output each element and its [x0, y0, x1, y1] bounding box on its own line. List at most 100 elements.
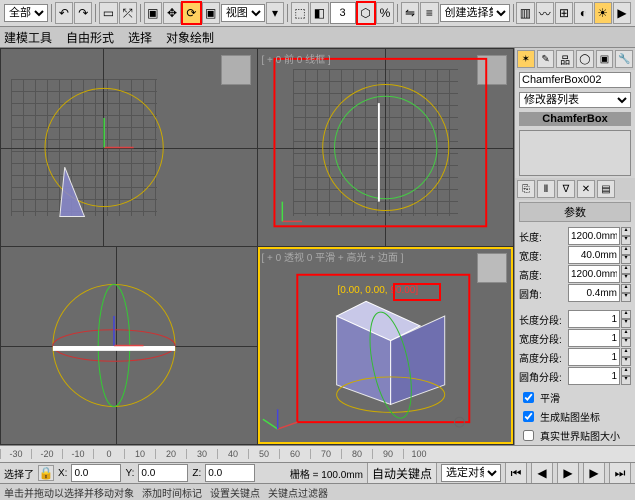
- utilities-tab-icon[interactable]: 🔧: [615, 50, 633, 68]
- rotate-icon[interactable]: ⟳: [182, 2, 200, 24]
- viewport-grid: [ + 0 前 0 线框 ]: [0, 48, 514, 445]
- material-icon[interactable]: ◐: [574, 2, 592, 24]
- tab-selection[interactable]: 选择: [128, 29, 152, 46]
- ruler-tick: 20: [155, 449, 186, 459]
- ruler-tick: 40: [217, 449, 248, 459]
- spinner-up-icon[interactable]: ▴: [621, 227, 631, 236]
- render-icon[interactable]: ▶: [613, 2, 631, 24]
- object-name-input[interactable]: [519, 72, 631, 88]
- hierarchy-tab-icon[interactable]: 品: [556, 50, 574, 68]
- setkey-label[interactable]: 设置关键点: [210, 485, 260, 500]
- prev-frame-icon[interactable]: ◀: [531, 462, 553, 483]
- goto-end-icon[interactable]: ⏭: [609, 462, 631, 483]
- percent-snap-icon[interactable]: %: [376, 2, 394, 24]
- fseg-input[interactable]: [568, 367, 620, 385]
- spinner-down-icon[interactable]: ▾: [621, 236, 631, 245]
- modifier-list-dropdown[interactable]: 修改器列表: [519, 92, 631, 108]
- width-input[interactable]: [568, 246, 620, 264]
- ruler-tick: 0: [93, 449, 124, 459]
- align-icon[interactable]: ≡: [420, 2, 438, 24]
- length-label: 长度:: [519, 229, 542, 244]
- viewport-left[interactable]: [1, 247, 257, 444]
- autokey-button[interactable]: 自动关键点: [367, 462, 437, 483]
- ref-coord-dropdown[interactable]: 视图: [221, 4, 265, 22]
- select-icon[interactable]: ▭: [99, 2, 117, 24]
- ruler-tick: 10: [124, 449, 155, 459]
- stack-item[interactable]: ChamferBox: [519, 112, 631, 126]
- create-tab-icon[interactable]: ✶: [517, 50, 535, 68]
- key-target-dropdown[interactable]: 选定对象: [441, 464, 501, 482]
- hseg-label: 高度分段:: [519, 350, 562, 365]
- keyfilter-label[interactable]: 关键点过滤器: [268, 485, 328, 500]
- time-ruler[interactable]: -30-20-100102030405060708090100: [0, 445, 635, 462]
- lock-icon[interactable]: 🔒: [38, 465, 54, 481]
- tab-freeform[interactable]: 自由形式: [66, 29, 114, 46]
- config-icon[interactable]: ▤: [597, 180, 615, 198]
- play-icon[interactable]: ▶: [557, 462, 579, 483]
- hseg-input[interactable]: [568, 348, 620, 366]
- z-input[interactable]: [205, 464, 255, 482]
- selection-set-dropdown[interactable]: 创建选择集: [440, 4, 510, 22]
- ruler-tick: 70: [310, 449, 341, 459]
- tab-modeling[interactable]: 建模工具: [4, 29, 52, 46]
- status-bar: 选择了 🔒 X: Y: Z: 栅格 = 100.0mm 自动关键点 选定对象 ⏮…: [0, 462, 635, 483]
- viewport-label: [ + 0 透视 0 平滑 + 高光 + 边面 ]: [262, 249, 404, 264]
- fillet-label: 圆角:: [519, 286, 542, 301]
- goto-start-icon[interactable]: ⏮: [505, 462, 527, 483]
- snap-toggle-icon[interactable]: ◧: [310, 2, 328, 24]
- next-frame-icon[interactable]: ▶: [583, 462, 605, 483]
- panel-tabs: ✶ ✎ 品 ◯ ▣ 🔧: [515, 48, 635, 70]
- scale-icon[interactable]: ▣: [202, 2, 220, 24]
- time-tag[interactable]: 添加时间标记: [142, 485, 202, 500]
- realworld-label: 真实世界贴图大小: [540, 428, 620, 443]
- pivot-icon[interactable]: ▾: [266, 2, 284, 24]
- curve-editor-icon[interactable]: 〰: [536, 2, 554, 24]
- fillet-input[interactable]: [568, 284, 620, 302]
- width-label: 宽度:: [519, 248, 542, 263]
- modify-tab-icon[interactable]: ✎: [537, 50, 555, 68]
- height-input[interactable]: [568, 265, 620, 283]
- fseg-label: 圆角分段:: [519, 369, 562, 384]
- command-panel: ✶ ✎ 品 ◯ ▣ 🔧 修改器列表 ChamferBox ⎘ Ⅱ ∇ ✕ ▤ 参…: [514, 48, 635, 445]
- wseg-label: 宽度分段:: [519, 331, 562, 346]
- unique-icon[interactable]: ∇: [557, 180, 575, 198]
- layer-icon[interactable]: ▥: [516, 2, 534, 24]
- angle-snap-icon[interactable]: ⬡: [357, 2, 375, 24]
- ruler-tick: -20: [31, 449, 62, 459]
- viewport-perspective[interactable]: [ + 0 透视 0 平滑 + 高光 + 边面 ] [0.00, 0.00, 9…: [258, 247, 514, 444]
- remove-mod-icon[interactable]: ✕: [577, 180, 595, 198]
- viewport-front[interactable]: [ + 0 前 0 线框 ]: [258, 49, 514, 246]
- tab-object-paint[interactable]: 对象绘制: [166, 29, 214, 46]
- render-setup-icon[interactable]: ☀: [594, 2, 612, 24]
- ruler-tick: 50: [248, 449, 279, 459]
- manip-icon[interactable]: ⬚: [291, 2, 309, 24]
- ruler-tick: 60: [279, 449, 310, 459]
- mirror-icon[interactable]: ⇋: [401, 2, 419, 24]
- display-tab-icon[interactable]: ▣: [596, 50, 614, 68]
- pin-stack-icon[interactable]: ⎘: [517, 180, 535, 198]
- x-input[interactable]: [71, 464, 121, 482]
- viewport-top[interactable]: [1, 49, 257, 246]
- show-end-icon[interactable]: Ⅱ: [537, 180, 555, 198]
- realworld-checkbox[interactable]: [523, 430, 534, 441]
- schematic-icon[interactable]: ⊞: [555, 2, 573, 24]
- params-rollout[interactable]: 参数: [519, 202, 631, 222]
- modifier-stack[interactable]: [519, 130, 631, 176]
- filter-dropdown[interactable]: 全部: [4, 4, 48, 22]
- lseg-label: 长度分段:: [519, 312, 562, 327]
- y-input[interactable]: [138, 464, 188, 482]
- smooth-label: 平滑: [540, 390, 560, 405]
- snap-num[interactable]: [330, 2, 356, 24]
- hint-text: 单击并拖动以选择并移动对象: [4, 485, 134, 500]
- wseg-input[interactable]: [568, 329, 620, 347]
- redo-icon[interactable]: ↷: [74, 2, 92, 24]
- undo-icon[interactable]: ↶: [55, 2, 73, 24]
- motion-tab-icon[interactable]: ◯: [576, 50, 594, 68]
- move-icon[interactable]: ✥: [163, 2, 181, 24]
- select-object-icon[interactable]: ▣: [144, 2, 162, 24]
- genmap-checkbox[interactable]: [523, 411, 534, 422]
- link-icon[interactable]: ⤱: [119, 2, 137, 24]
- lseg-input[interactable]: [568, 310, 620, 328]
- smooth-checkbox[interactable]: [523, 392, 534, 403]
- length-input[interactable]: [568, 227, 620, 245]
